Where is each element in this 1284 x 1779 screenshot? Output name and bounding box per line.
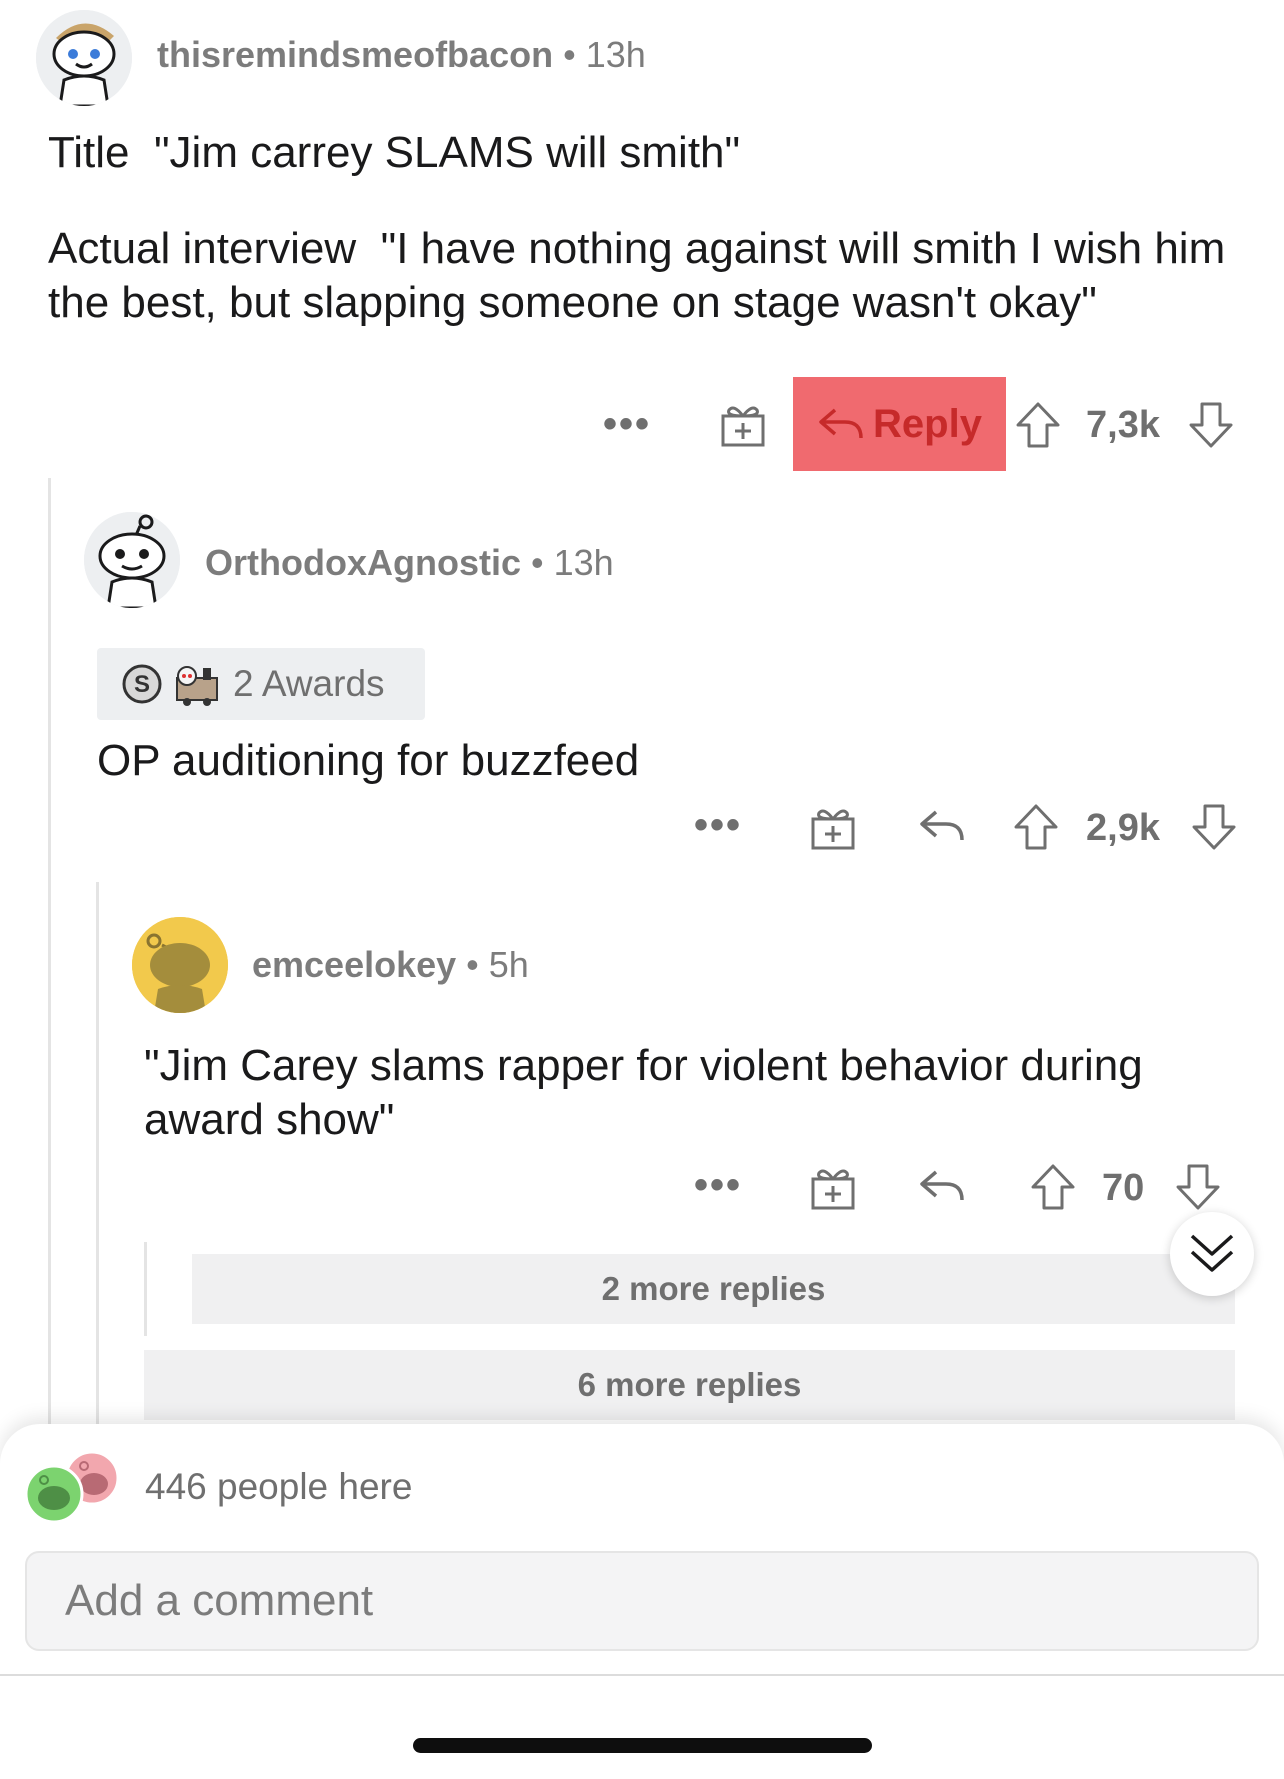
reply-button[interactable]	[918, 1166, 966, 1211]
upvote-arrow-icon	[1014, 804, 1058, 850]
upvote-button[interactable]	[1030, 1163, 1076, 1216]
train-award-icon	[176, 666, 218, 706]
awards-badge[interactable]: S 2 Awards	[97, 648, 425, 720]
comment-age: 5h	[488, 944, 529, 985]
comment-meta: OrthodoxAgnostic • 13h	[205, 542, 614, 584]
username[interactable]: emceelokey	[252, 944, 456, 985]
reply-arrow-icon	[920, 1170, 964, 1201]
award-gift-button[interactable]	[810, 1165, 856, 1216]
avatar[interactable]	[36, 10, 132, 106]
separator-dot: •	[563, 34, 576, 75]
more-options-button[interactable]: •••	[694, 803, 742, 848]
upvote-button[interactable]	[1015, 401, 1061, 454]
thread-line[interactable]	[144, 1242, 147, 1336]
comment-meta: thisremindsmeofbacon • 13h	[157, 34, 646, 76]
vote-score: 7,3k	[1086, 404, 1160, 446]
divider	[0, 1674, 1284, 1676]
svg-text:S: S	[134, 671, 150, 698]
downvote-button[interactable]	[1175, 1163, 1221, 1216]
downvote-arrow-icon	[1189, 402, 1233, 448]
double-chevron-down-icon	[1190, 1234, 1234, 1272]
reply-button[interactable]	[918, 806, 966, 851]
users-avatar-stack-icon	[24, 1450, 120, 1524]
reply-button[interactable]: Reply	[793, 377, 1006, 471]
next-comment-button[interactable]	[1170, 1212, 1254, 1296]
silver-award-icon: S	[122, 664, 162, 704]
snoo-avatar-icon	[84, 512, 180, 608]
comment-body: Title "Jim carrey SLAMS will smith" Actu…	[48, 126, 1248, 330]
separator-dot: •	[530, 542, 544, 583]
gift-icon	[811, 809, 855, 850]
active-users-avatars	[24, 1448, 124, 1528]
upvote-arrow-icon	[1016, 402, 1060, 448]
comment-meta: emceelokey • 5h	[252, 944, 529, 986]
more-options-button[interactable]: •••	[694, 1163, 742, 1208]
award-gift-button[interactable]	[810, 805, 856, 856]
upvote-button[interactable]	[1013, 803, 1059, 856]
upvote-arrow-icon	[1031, 1164, 1075, 1210]
thread-line[interactable]	[96, 882, 99, 1424]
username[interactable]: thisremindsmeofbacon	[157, 34, 553, 75]
award-gift-button[interactable]	[720, 402, 766, 453]
gift-icon	[811, 1169, 855, 1210]
downvote-button[interactable]	[1191, 803, 1237, 856]
comment-age: 13h	[553, 542, 614, 583]
avatar[interactable]	[132, 917, 228, 1013]
vote-score: 2,9k	[1086, 807, 1160, 849]
more-replies-button[interactable]: 2 more replies	[192, 1254, 1235, 1324]
downvote-button[interactable]	[1188, 401, 1234, 454]
username[interactable]: OrthodoxAgnostic	[205, 542, 521, 583]
reply-arrow-icon	[819, 408, 863, 439]
reply-label: Reply	[873, 401, 982, 446]
separator-dot: •	[466, 944, 479, 985]
snoo-avatar-icon	[132, 917, 228, 1013]
comment-age: 13h	[585, 34, 646, 75]
comment-body: OP auditioning for buzzfeed	[97, 736, 640, 785]
gift-icon	[721, 406, 765, 447]
reply-arrow-icon	[920, 810, 964, 841]
comment-placeholder: Add a comment	[65, 1576, 374, 1625]
downvote-arrow-icon	[1176, 1164, 1220, 1210]
snoo-avatar-icon	[36, 10, 132, 106]
vote-score: 70	[1102, 1167, 1145, 1209]
comment-paragraph: Actual interview "I have nothing against…	[48, 224, 1238, 327]
more-replies-button[interactable]: 6 more replies	[144, 1350, 1235, 1420]
people-here-label: 446 people here	[145, 1466, 413, 1507]
more-options-button[interactable]: •••	[603, 402, 651, 447]
comment-paragraph: Title "Jim carrey SLAMS will smith"	[48, 128, 741, 177]
downvote-arrow-icon	[1192, 804, 1236, 850]
home-indicator[interactable]	[413, 1738, 872, 1753]
add-comment-input[interactable]: Add a comment	[25, 1551, 1259, 1651]
awards-label: 2 Awards	[233, 663, 385, 704]
comment-body: "Jim Carey slams rapper for violent beha…	[144, 1041, 1143, 1144]
thread-line[interactable]	[48, 478, 51, 1424]
avatar[interactable]	[84, 512, 180, 608]
